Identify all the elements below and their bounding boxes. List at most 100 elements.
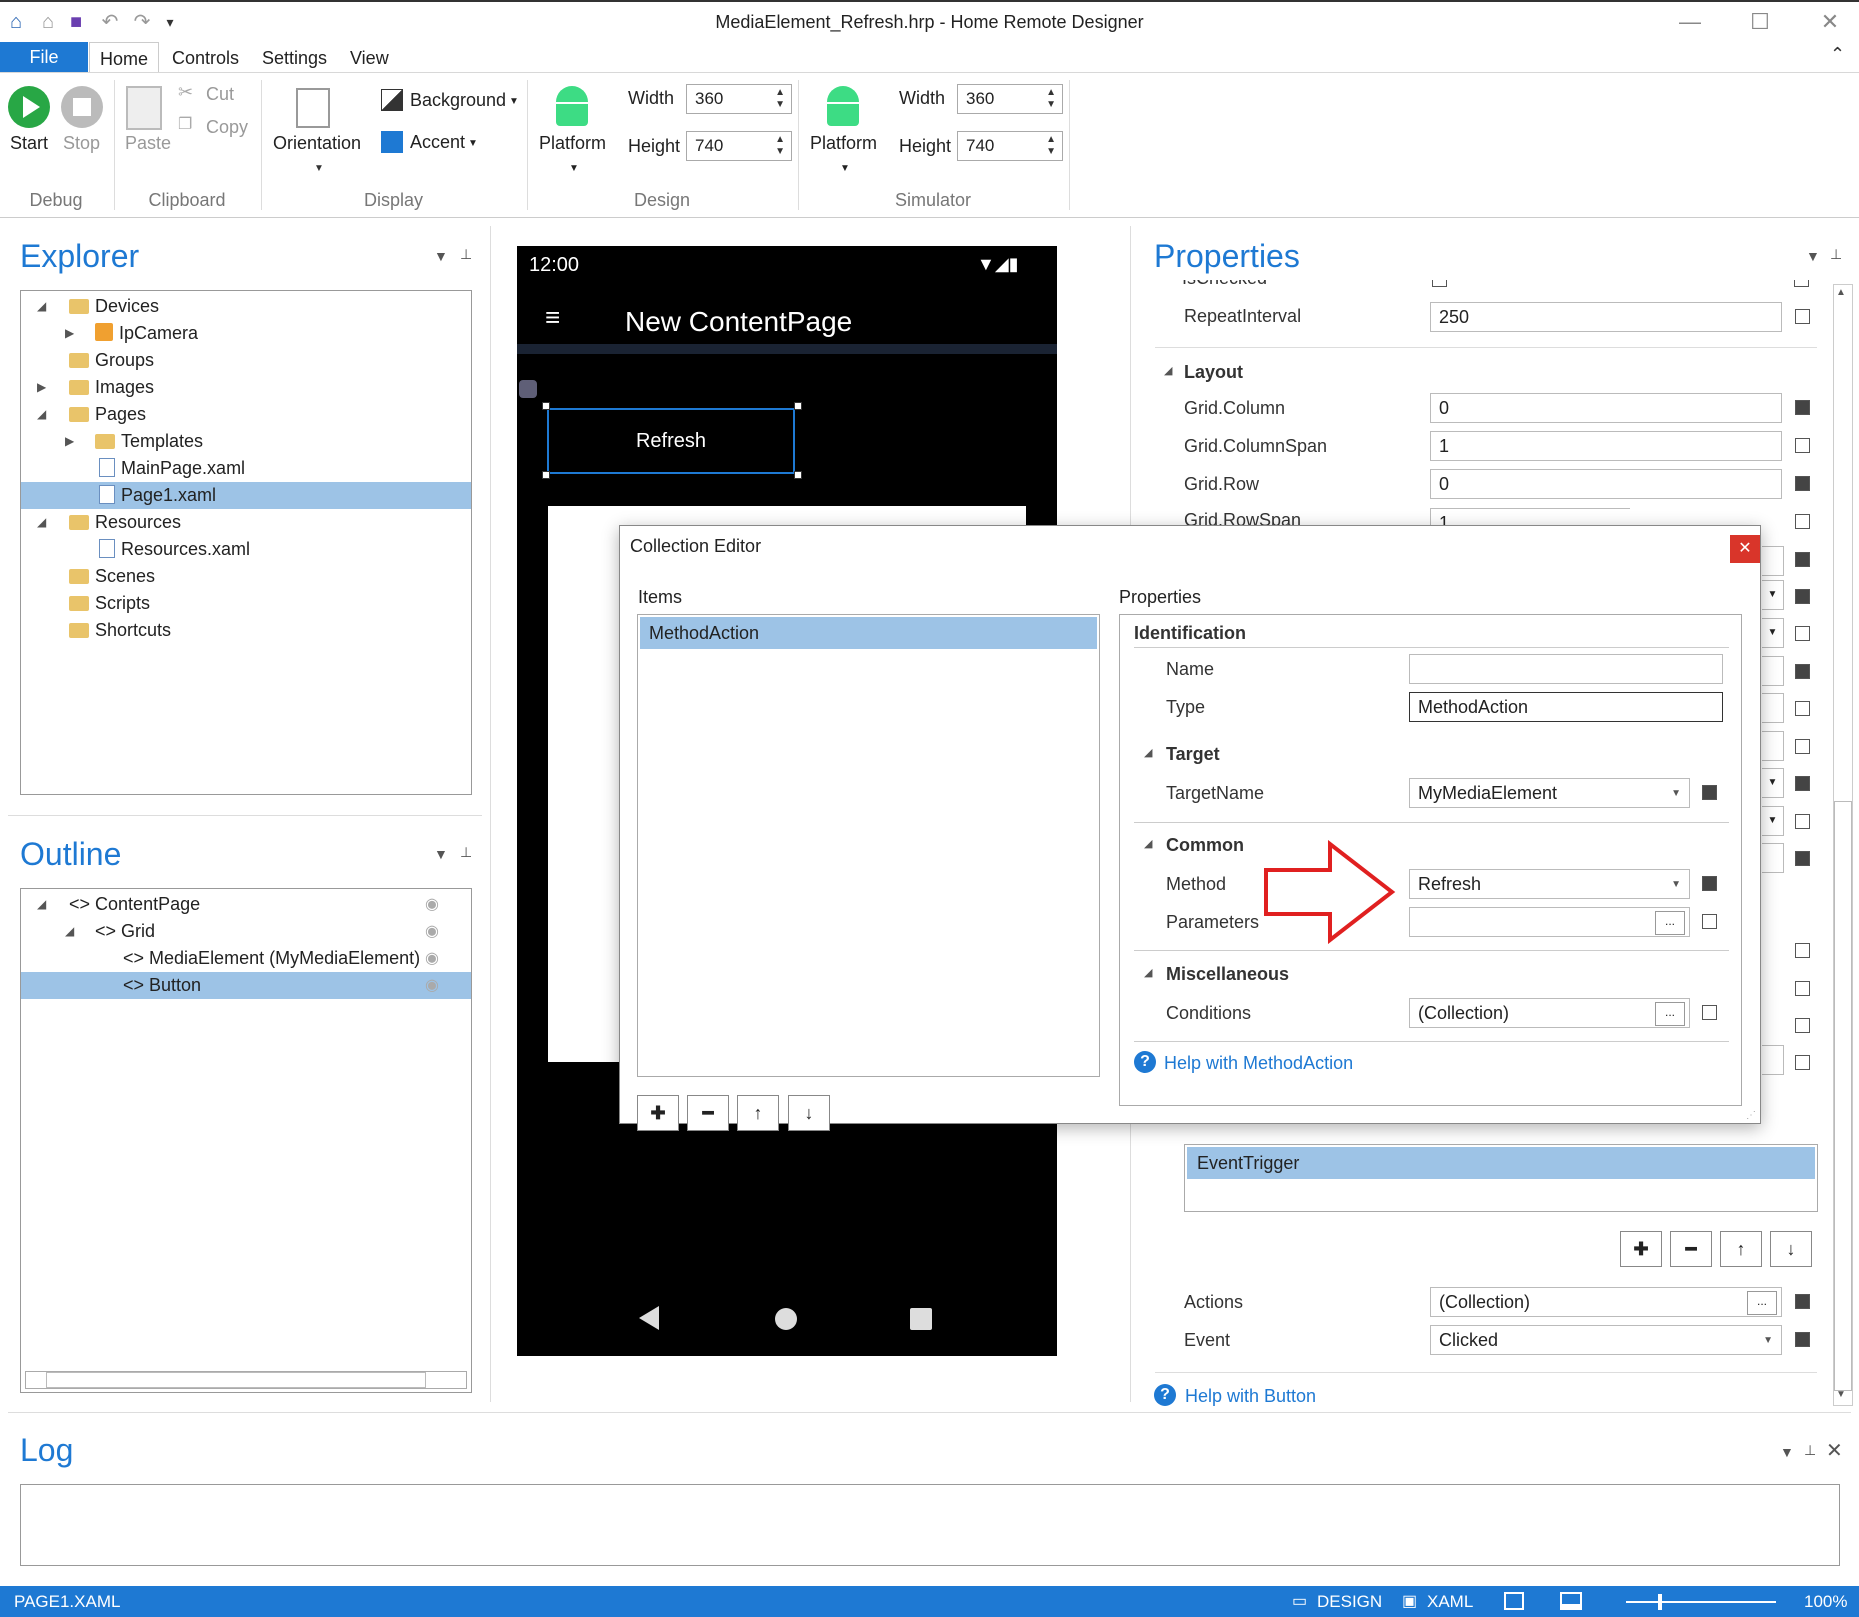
close-icon[interactable]: ✕ [1810, 8, 1850, 36]
grid-rowspan-input[interactable]: 1 [1430, 508, 1630, 526]
collapse-ribbon-icon[interactable]: ⌃ [1830, 44, 1845, 65]
background-button[interactable]: Background [410, 90, 506, 111]
accent-dropdown-icon[interactable]: ▼ [468, 138, 478, 149]
log-menu-icon[interactable]: ▼ [1780, 1444, 1794, 1460]
parameters-ellipsis-button[interactable]: ... [1655, 911, 1685, 935]
tree-item-ipcamera[interactable]: ▶ IpCamera [21, 320, 471, 347]
resize-grip-icon[interactable]: ⋰ [1746, 1110, 1756, 1121]
outline-menu-icon[interactable]: ▼ [434, 846, 448, 862]
tree-item-devices[interactable]: ◢ Devices [21, 293, 471, 320]
ischecked-checkbox[interactable] [1432, 280, 1447, 287]
remove-item-button[interactable]: ━ [687, 1095, 729, 1131]
property-marker[interactable] [1702, 785, 1717, 800]
property-marker[interactable] [1702, 914, 1717, 929]
log-close-icon[interactable]: ✕ [1826, 1438, 1843, 1463]
design-view-button[interactable]: DESIGN [1317, 1586, 1382, 1617]
paste-icon[interactable] [126, 86, 162, 130]
tab-file[interactable]: File [0, 42, 88, 72]
grid-columnspan-input[interactable]: 1 [1430, 431, 1782, 461]
background-dropdown-icon[interactable]: ▼ [509, 96, 519, 107]
orientation-button[interactable]: Orientation [273, 133, 361, 154]
property-marker[interactable] [1795, 514, 1810, 529]
common-expand-icon[interactable]: ◢ [1144, 837, 1152, 850]
copy-button[interactable]: Copy [206, 117, 248, 138]
resize-handle[interactable] [542, 402, 550, 410]
outline-pin-icon[interactable]: ⊥ [460, 844, 472, 861]
move-down-trigger-button[interactable]: ↓ [1770, 1231, 1812, 1267]
property-marker[interactable] [1795, 664, 1810, 679]
cut-button[interactable]: Cut [206, 84, 234, 105]
event-dropdown[interactable]: Clicked ▼ [1430, 1325, 1782, 1355]
property-marker[interactable] [1795, 309, 1810, 324]
name-input[interactable] [1409, 654, 1723, 684]
simulator-width-input[interactable]: 360 ▲ ▼ [957, 84, 1063, 114]
design-width-input[interactable]: 360 ▲ ▼ [686, 84, 792, 114]
actions-input[interactable]: (Collection)... [1430, 1287, 1782, 1317]
simulator-height-input[interactable]: 740 ▲ ▼ [957, 131, 1063, 161]
tree-item-scripts[interactable]: Scripts [21, 590, 471, 617]
minimize-icon[interactable]: — [1670, 8, 1710, 36]
property-marker[interactable] [1795, 814, 1810, 829]
property-marker[interactable] [1794, 280, 1809, 287]
trigger-item-eventtrigger[interactable]: EventTrigger [1187, 1147, 1815, 1179]
parameters-input[interactable]: ... [1409, 907, 1690, 937]
move-down-item-button[interactable]: ↓ [788, 1095, 830, 1131]
refresh-button[interactable]: Refresh [547, 408, 795, 474]
platform-design-button[interactable]: Platform [539, 133, 606, 154]
tab-settings[interactable]: Settings [252, 42, 337, 72]
tree-item-mainpage[interactable]: MainPage.xaml [21, 455, 471, 482]
property-marker[interactable] [1795, 943, 1810, 958]
platform-simulator-dropdown-icon[interactable]: ▼ [840, 163, 850, 174]
android-icon[interactable] [552, 86, 592, 130]
orientation-icon[interactable] [296, 88, 330, 128]
help-with-methodaction-link[interactable]: Help with MethodAction [1164, 1053, 1353, 1074]
tab-controls[interactable]: Controls [162, 42, 249, 72]
paste-button[interactable]: Paste [125, 133, 171, 154]
target-expand-icon[interactable]: ◢ [1144, 746, 1152, 759]
tree-item-resources-xaml[interactable]: Resources.xaml [21, 536, 471, 563]
property-marker[interactable] [1795, 476, 1810, 491]
tree-item-images[interactable]: ▶ Images [21, 374, 471, 401]
property-marker[interactable] [1795, 1018, 1810, 1033]
property-marker[interactable] [1795, 1055, 1810, 1070]
maximize-icon[interactable]: ☐ [1740, 8, 1780, 36]
outline-item-mediaelement[interactable]: <> MediaElement (MyMediaElement) ◉ [21, 945, 471, 972]
start-button[interactable]: Start [10, 133, 48, 154]
grid-row-input[interactable]: 0 [1430, 469, 1782, 499]
property-marker[interactable] [1795, 776, 1810, 791]
zoom-slider[interactable] [1626, 1601, 1776, 1603]
property-marker[interactable] [1702, 1005, 1717, 1020]
properties-scrollbar[interactable]: ▲ ▼ [1833, 284, 1853, 1406]
design-height-input[interactable]: 740 ▲ ▼ [686, 131, 792, 161]
platform-simulator-button[interactable]: Platform [810, 133, 877, 154]
explorer-menu-icon[interactable]: ▼ [434, 248, 448, 264]
back-nav-icon[interactable] [639, 1306, 659, 1330]
property-marker[interactable] [1795, 552, 1810, 567]
list-item-methodaction[interactable]: MethodAction [640, 617, 1097, 649]
properties-menu-icon[interactable]: ▼ [1806, 248, 1820, 264]
move-up-trigger-button[interactable]: ↑ [1720, 1231, 1762, 1267]
property-marker[interactable] [1702, 876, 1717, 891]
property-marker[interactable] [1795, 701, 1810, 716]
resize-handle[interactable] [794, 402, 802, 410]
move-handle-icon[interactable] [519, 380, 537, 398]
hamburger-icon[interactable]: ≡ [545, 304, 560, 330]
background-icon[interactable] [381, 89, 403, 111]
zoom-slider-thumb[interactable] [1658, 1594, 1662, 1610]
log-pin-icon[interactable]: ⊥ [1804, 1442, 1816, 1459]
add-trigger-button[interactable]: ✚ [1620, 1231, 1662, 1267]
tree-item-page1[interactable]: Page1.xaml [21, 482, 471, 509]
recents-nav-icon[interactable] [910, 1308, 932, 1330]
targetname-dropdown[interactable]: MyMediaElement ▼ [1409, 778, 1690, 808]
tree-item-templates[interactable]: ▶ Templates [21, 428, 471, 455]
property-marker[interactable] [1795, 626, 1810, 641]
conditions-input[interactable]: (Collection)... [1409, 998, 1690, 1028]
android-icon[interactable] [823, 86, 863, 130]
property-marker[interactable] [1795, 739, 1810, 754]
type-input[interactable]: MethodAction [1409, 692, 1723, 722]
property-marker[interactable] [1795, 589, 1810, 604]
property-marker[interactable] [1795, 981, 1810, 996]
properties-pin-icon[interactable]: ⊥ [1830, 246, 1842, 263]
move-up-item-button[interactable]: ↑ [737, 1095, 779, 1131]
repeatinterval-input[interactable]: 250 [1430, 302, 1782, 332]
